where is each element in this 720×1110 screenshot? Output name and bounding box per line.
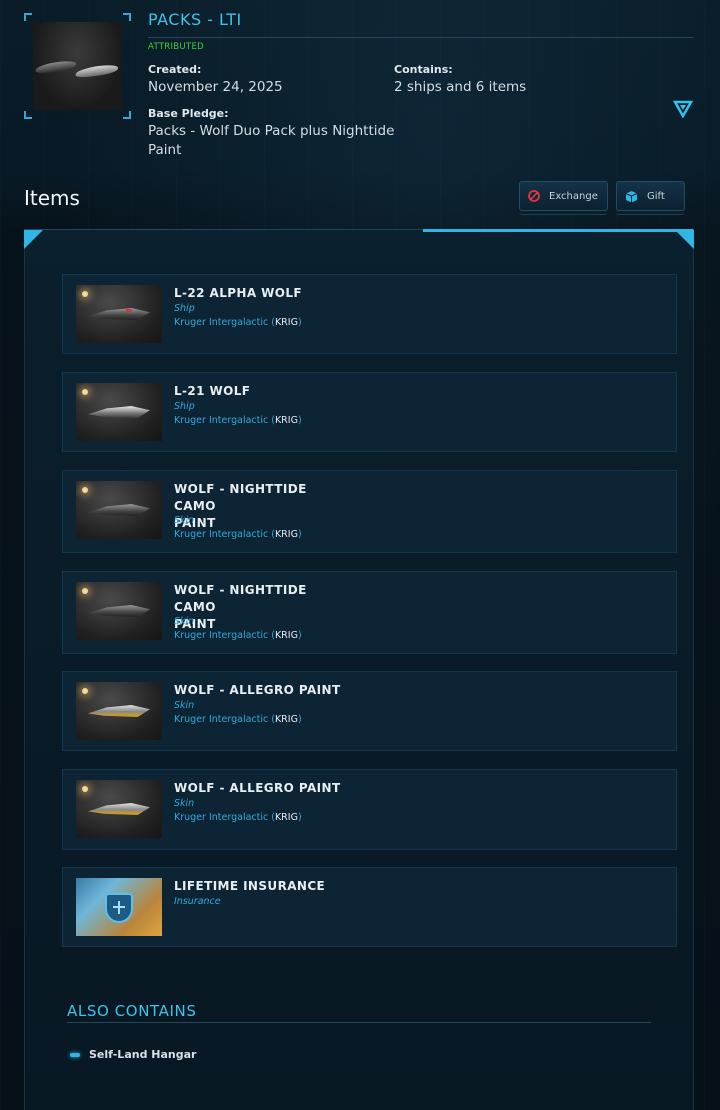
item-type: Skin [174, 700, 195, 711]
panel-top-accent [423, 229, 693, 232]
item-type: Skin [174, 616, 195, 627]
created-value: November 24, 2025 [148, 79, 283, 95]
exchange-label: Exchange [549, 190, 598, 202]
items-heading: Items [24, 186, 80, 210]
pack-title: PACKS - LTI [148, 10, 242, 29]
item-image [76, 383, 162, 441]
status-badge: ATTRIBUTED [148, 42, 204, 52]
bullet-icon [70, 1052, 80, 1057]
item-image [76, 582, 162, 640]
item-type: Ship [174, 401, 195, 412]
item-card[interactable]: WOLF - ALLEGRO PAINT Skin Kruger Interga… [62, 671, 677, 751]
gift-icon [625, 190, 638, 202]
item-card[interactable]: LIFETIME INSURANCE Insurance [62, 867, 677, 947]
insurance-image [76, 878, 162, 936]
title-divider [148, 37, 693, 38]
item-card[interactable]: WOLF - NIGHTTIDE CAMO PAINT Skin Kruger I… [62, 571, 677, 654]
item-manufacturer: Kruger Intergalactic (KRIG) [174, 317, 302, 328]
created-label: Created: [148, 63, 202, 76]
exchange-button[interactable]: Exchange [519, 181, 608, 211]
exchange-icon [528, 190, 540, 202]
shield-icon [105, 893, 133, 923]
frame-corner [24, 13, 32, 21]
item-manufacturer: Kruger Intergalactic (KRIG) [174, 714, 302, 725]
item-image [76, 481, 162, 539]
contains-value: 2 ships and 6 items [394, 79, 527, 95]
panel-corner-right [675, 230, 694, 249]
item-type: Skin [174, 798, 195, 809]
frame-corner [123, 13, 131, 21]
items-panel [24, 230, 694, 1110]
ship-silhouette [34, 59, 78, 75]
ship-silhouette [74, 63, 120, 79]
also-contains-item: Self-Land Hangar [70, 1048, 196, 1061]
pack-image [33, 22, 122, 110]
pack-thumbnail [24, 13, 131, 119]
item-card[interactable]: WOLF - NIGHTTIDE CAMO PAINT Skin Kruger I… [62, 470, 677, 553]
item-manufacturer: Kruger Intergalactic (KRIG) [174, 630, 302, 641]
item-type: Insurance [174, 896, 221, 907]
item-image [76, 285, 162, 343]
frame-corner [123, 111, 131, 119]
base-pledge-value-line2: Paint [148, 142, 182, 158]
frame-corner [24, 111, 32, 119]
item-name: WOLF - NIGHTTIDE CAMO PAINT [174, 583, 307, 631]
item-name: WOLF - ALLEGRO PAINT [174, 781, 341, 795]
item-name: L-22 ALPHA WOLF [174, 286, 303, 300]
item-name: LIFETIME INSURANCE [174, 879, 326, 893]
item-card[interactable]: WOLF - ALLEGRO PAINT Skin Kruger Interga… [62, 769, 677, 850]
base-pledge-value-line1: Packs - Wolf Duo Pack plus Nighttide [148, 123, 395, 139]
gift-button[interactable]: Gift [616, 181, 685, 211]
item-card[interactable]: L-22 ALPHA WOLF Ship Kruger Intergalacti… [62, 274, 677, 354]
item-manufacturer: Kruger Intergalactic (KRIG) [174, 415, 302, 426]
contains-label: Contains: [394, 63, 453, 76]
item-manufacturer: Kruger Intergalactic (KRIG) [174, 529, 302, 540]
item-image [76, 682, 162, 740]
item-name: L-21 WOLF [174, 384, 251, 398]
item-image [76, 780, 162, 838]
item-type: Skin [174, 515, 195, 526]
also-contains-divider [67, 1022, 651, 1023]
item-name: WOLF - NIGHTTIDE CAMO PAINT [174, 482, 307, 530]
base-pledge-label: Base Pledge: [148, 107, 229, 120]
item-card[interactable]: L-21 WOLF Ship Kruger Intergalactic (KRI… [62, 372, 677, 452]
also-contains-label: Self-Land Hangar [89, 1048, 197, 1061]
triangle-down-icon[interactable] [673, 100, 693, 118]
item-manufacturer: Kruger Intergalactic (KRIG) [174, 812, 302, 823]
also-contains-heading: ALSO CONTAINS [67, 1002, 197, 1020]
panel-corner-left [24, 230, 43, 249]
gift-label: Gift [647, 190, 665, 202]
item-name: WOLF - ALLEGRO PAINT [174, 683, 341, 697]
item-type: Ship [174, 303, 195, 314]
